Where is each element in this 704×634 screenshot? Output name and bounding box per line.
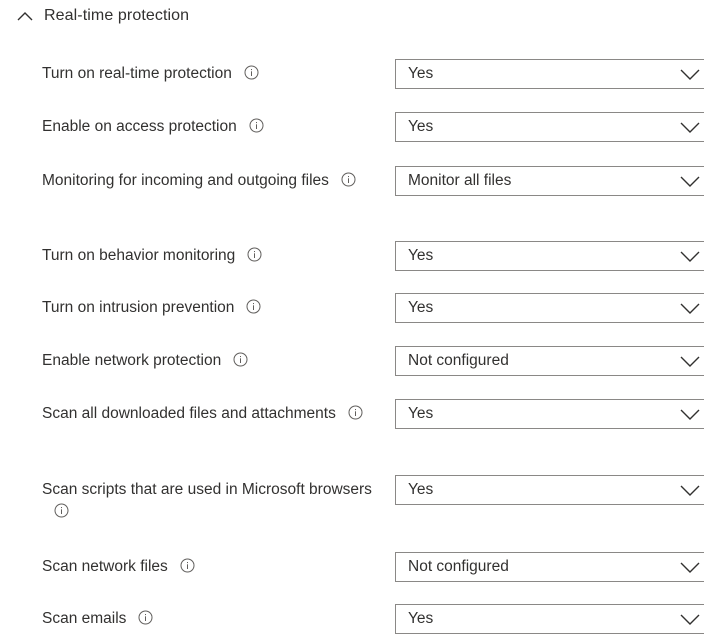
dropdown-value: Yes <box>408 247 434 264</box>
setting-label-text: Turn on intrusion prevention <box>42 299 235 316</box>
setting-dropdown[interactable]: Not configured <box>395 552 704 582</box>
setting-label-text: Scan emails <box>42 610 127 627</box>
setting-label-text: Monitoring for incoming and outgoing fil… <box>42 172 329 189</box>
setting-label: Scan all downloaded files and attachment… <box>42 403 372 425</box>
chevron-down-icon <box>680 176 700 187</box>
setting-label-text: Enable network protection <box>42 352 222 369</box>
setting-label-text: Enable on access protection <box>42 118 237 135</box>
setting-label: Monitoring for incoming and outgoing fil… <box>42 170 372 192</box>
section-header-real-time-protection[interactable]: Real-time protection <box>16 5 189 27</box>
setting-label: Turn on real-time protection <box>42 63 372 85</box>
setting-label-text: Scan network files <box>42 558 168 575</box>
setting-dropdown[interactable]: Yes <box>395 475 704 505</box>
chevron-down-icon <box>680 614 700 625</box>
chevron-down-icon <box>680 303 700 314</box>
setting-label-text: Turn on real-time protection <box>42 65 232 82</box>
info-icon[interactable] <box>247 247 262 262</box>
info-icon[interactable] <box>138 610 153 625</box>
setting-label: Enable on access protection <box>42 116 372 138</box>
info-icon[interactable] <box>348 405 363 420</box>
dropdown-value: Yes <box>408 65 434 82</box>
setting-dropdown[interactable]: Monitor all files <box>395 166 704 196</box>
setting-dropdown[interactable]: Yes <box>395 604 704 634</box>
chevron-down-icon <box>680 122 700 133</box>
dropdown-value: Monitor all files <box>408 172 512 189</box>
dropdown-value: Not configured <box>408 558 509 575</box>
setting-label-text: Scan scripts that are used in Microsoft … <box>42 481 372 498</box>
chevron-up-icon <box>17 12 33 21</box>
info-icon[interactable] <box>180 558 195 573</box>
setting-label-text: Scan all downloaded files and attachment… <box>42 405 336 422</box>
setting-label: Scan scripts that are used in Microsoft … <box>42 479 372 523</box>
chevron-down-icon <box>680 69 700 80</box>
setting-dropdown[interactable]: Yes <box>395 241 704 271</box>
setting-dropdown[interactable]: Yes <box>395 399 704 429</box>
info-icon[interactable] <box>244 65 259 80</box>
info-icon[interactable] <box>341 172 356 187</box>
setting-dropdown[interactable]: Yes <box>395 293 704 323</box>
setting-dropdown[interactable]: Not configured <box>395 346 704 376</box>
dropdown-value: Yes <box>408 299 434 316</box>
setting-label: Turn on intrusion prevention <box>42 297 372 319</box>
info-icon[interactable] <box>249 118 264 133</box>
setting-label: Scan emails <box>42 608 372 630</box>
info-icon[interactable] <box>233 352 248 367</box>
chevron-down-icon <box>680 251 700 262</box>
chevron-down-icon <box>680 409 700 420</box>
setting-label: Enable network protection <box>42 350 372 372</box>
setting-dropdown[interactable]: Yes <box>395 59 704 89</box>
chevron-down-icon <box>680 356 700 367</box>
setting-dropdown[interactable]: Yes <box>395 112 704 142</box>
dropdown-value: Yes <box>408 405 434 422</box>
info-icon[interactable] <box>54 503 69 518</box>
dropdown-value: Yes <box>408 610 434 627</box>
setting-label-text: Turn on behavior monitoring <box>42 247 236 264</box>
chevron-down-icon <box>680 485 700 496</box>
setting-label: Scan network files <box>42 556 372 578</box>
setting-label: Turn on behavior monitoring <box>42 245 372 267</box>
chevron-down-icon <box>680 562 700 573</box>
dropdown-value: Not configured <box>408 352 509 369</box>
dropdown-value: Yes <box>408 481 434 498</box>
dropdown-value: Yes <box>408 118 434 135</box>
info-icon[interactable] <box>246 299 261 314</box>
section-title: Real-time protection <box>44 7 190 24</box>
